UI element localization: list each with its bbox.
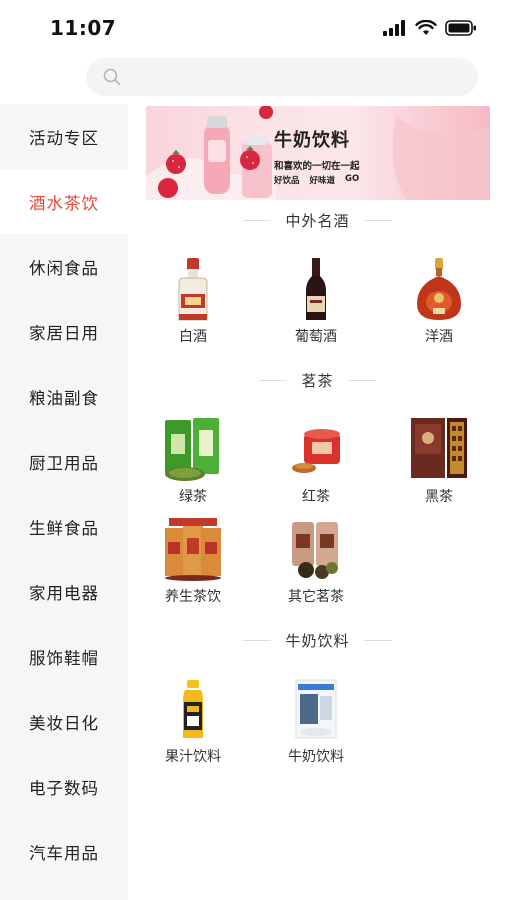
category-label: 果汁饮料 [165, 749, 221, 765]
divider [243, 219, 272, 221]
promo-banner[interactable]: 牛奶饮料 和喜欢的一切在一起 好饮品 好味道 GO [146, 106, 490, 200]
status-bar: 11:07 [0, 0, 507, 56]
section-title-text: 中外名酒 [285, 211, 350, 230]
sidebar-item-fresh-food[interactable]: 生鲜食品 [0, 494, 128, 559]
category-label: 葡萄酒 [295, 329, 337, 345]
category-label: 牛奶饮料 [288, 749, 344, 765]
category-item-juice[interactable]: 果汁饮料 [148, 676, 238, 772]
sidebar-item-auto[interactable]: 汽车用品 [0, 819, 128, 884]
wifi-icon [415, 20, 437, 35]
sidebar-item-snacks[interactable]: 休闲食品 [0, 234, 128, 299]
banner-tag: 好饮品 [274, 176, 300, 186]
banner-subtitle: 和喜欢的一切在一起 [274, 161, 360, 172]
sidebar-item-electronics[interactable]: 电子数码 [0, 754, 128, 819]
category-label: 白酒 [179, 329, 207, 345]
divider [363, 219, 392, 221]
category-item-foreign-liquor[interactable]: 洋酒 [394, 256, 484, 352]
category-label: 其它茗茶 [288, 589, 344, 605]
section-title-liquor: 中外名酒 [128, 209, 507, 231]
sidebar-item-kitchen-bath[interactable]: 厨卫用品 [0, 429, 128, 494]
banner-tag: GO [345, 174, 360, 184]
category-item-other-tea[interactable]: 其它茗茶 [271, 516, 361, 612]
category-item-green-tea[interactable]: 绿茶 [148, 416, 238, 512]
divider [243, 639, 272, 641]
category-content: 牛奶饮料 和喜欢的一切在一起 好饮品 好味道 GO 中外名酒 白酒 葡萄酒 洋酒… [128, 104, 507, 900]
search-icon [103, 68, 121, 86]
status-icons [383, 20, 477, 36]
sidebar-item-household[interactable]: 家居日用 [0, 299, 128, 364]
divider [347, 379, 376, 381]
milk-carton-icon [295, 679, 337, 739]
category-label: 黑茶 [425, 489, 453, 505]
health-tea-icon [165, 518, 221, 581]
green-tea-icon [165, 418, 219, 481]
baijiu-bottle-icon [178, 258, 208, 321]
section-title-text: 茗茶 [301, 371, 334, 390]
category-item-baijiu[interactable]: 白酒 [148, 256, 238, 352]
wine-bottle-icon [306, 258, 326, 320]
other-tea-icon [292, 522, 338, 579]
category-label: 洋酒 [425, 329, 453, 345]
cognac-bottle-icon [417, 258, 461, 320]
section-title-text: 牛奶饮料 [285, 631, 350, 650]
dark-tea-icon [411, 418, 467, 478]
signal-icon [383, 20, 405, 36]
category-item-dark-tea[interactable]: 黑茶 [394, 416, 484, 512]
banner-tag: 好味道 [309, 176, 336, 186]
banner-tags: 好饮品 好味道 GO [274, 174, 359, 186]
search-input[interactable] [86, 58, 478, 96]
sidebar-item-apparel[interactable]: 服饰鞋帽 [0, 624, 128, 689]
sidebar-item-grain-oil[interactable]: 粮油副食 [0, 364, 128, 429]
status-time: 11:07 [50, 16, 117, 40]
category-label: 养生茶饮 [165, 589, 221, 605]
divider [259, 379, 288, 381]
sidebar-item-appliances[interactable]: 家用电器 [0, 559, 128, 624]
sidebar-item-activities[interactable]: 活动专区 [0, 104, 128, 169]
sidebar-item-beauty[interactable]: 美妆日化 [0, 689, 128, 754]
category-label: 绿茶 [179, 489, 207, 505]
category-item-wine[interactable]: 葡萄酒 [271, 256, 361, 352]
banner-title: 牛奶饮料 [274, 130, 350, 151]
section-title-milk-drinks: 牛奶饮料 [128, 629, 507, 651]
black-tea-icon [292, 429, 340, 473]
divider [363, 639, 392, 641]
section-title-tea: 茗茶 [128, 369, 507, 391]
juice-bottle-icon [183, 680, 203, 738]
category-item-milk[interactable]: 牛奶饮料 [271, 676, 361, 772]
category-sidebar: 活动专区 酒水茶饮 休闲食品 家居日用 粮油副食 厨卫用品 生鲜食品 家用电器 … [0, 104, 128, 900]
battery-icon [445, 20, 476, 36]
category-item-health-tea[interactable]: 养生茶饮 [148, 516, 238, 612]
category-label: 红茶 [302, 489, 330, 505]
sidebar-item-drinks-tea[interactable]: 酒水茶饮 [0, 169, 128, 234]
category-item-black-tea[interactable]: 红茶 [271, 416, 361, 512]
